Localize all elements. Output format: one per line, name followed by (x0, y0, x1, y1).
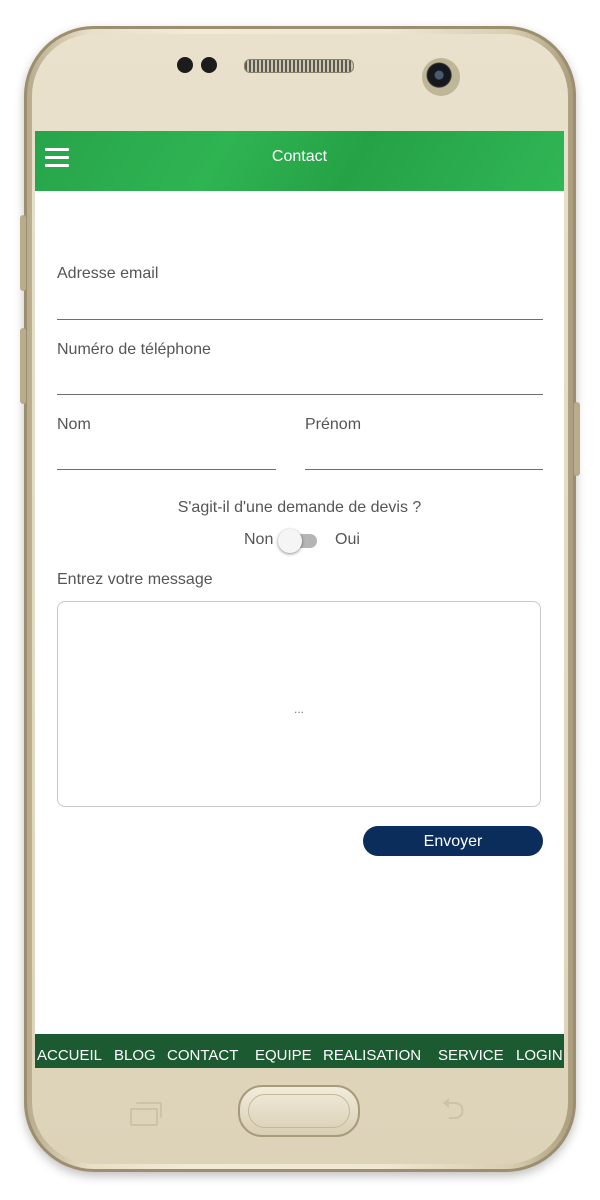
nav-item-service[interactable]: SERVICE (438, 1047, 504, 1064)
last-name-field[interactable] (57, 469, 276, 470)
send-button[interactable]: Envoyer (363, 826, 543, 856)
nav-item-blog[interactable]: BLOG (114, 1047, 156, 1064)
nav-item-accueil[interactable]: ACCUEIL (37, 1047, 102, 1064)
sensor-dot-icon (177, 57, 193, 73)
nav-item-realisation[interactable]: REALISATION (323, 1047, 421, 1064)
volume-up-button (20, 215, 26, 291)
phone-label: Numéro de téléphone (57, 341, 211, 358)
back-icon[interactable]: ⮌ (434, 1095, 472, 1125)
home-button[interactable] (238, 1085, 360, 1137)
toggle-on-label: Oui (335, 531, 360, 548)
last-name-label: Nom (57, 416, 91, 433)
app-screen: Contact Adresse email Numéro de téléphon… (35, 131, 564, 1068)
front-camera-icon (422, 58, 460, 96)
nav-item-equipe[interactable]: EQUIPE (255, 1047, 312, 1064)
recents-icon[interactable] (128, 1100, 162, 1126)
quote-toggle-row: Non Oui (35, 529, 564, 553)
volume-down-button (20, 328, 26, 404)
earpiece-speaker (244, 59, 354, 73)
quote-toggle-switch[interactable] (278, 529, 302, 553)
nav-item-contact[interactable]: CONTACT (167, 1047, 238, 1064)
first-name-field[interactable] (305, 469, 543, 470)
app-header: Contact (35, 131, 564, 191)
email-label: Adresse email (57, 265, 159, 282)
sensor-dot-icon (201, 57, 217, 73)
message-label: Entrez votre message (57, 571, 213, 588)
phone-field[interactable] (57, 394, 543, 395)
quote-question: S'agit-il d'une demande de devis ? (177, 499, 422, 516)
email-field[interactable] (57, 319, 543, 320)
power-button (574, 402, 580, 476)
first-name-label: Prénom (305, 416, 362, 433)
nav-item-login[interactable]: LOGIN (516, 1047, 563, 1064)
page-title: Contact (271, 148, 328, 165)
toggle-off-label: Non (244, 531, 274, 548)
message-textarea[interactable] (57, 601, 541, 807)
bottom-nav: ACCUEIL BLOG CONTACT EQUIPE REALISATION … (35, 1034, 564, 1068)
